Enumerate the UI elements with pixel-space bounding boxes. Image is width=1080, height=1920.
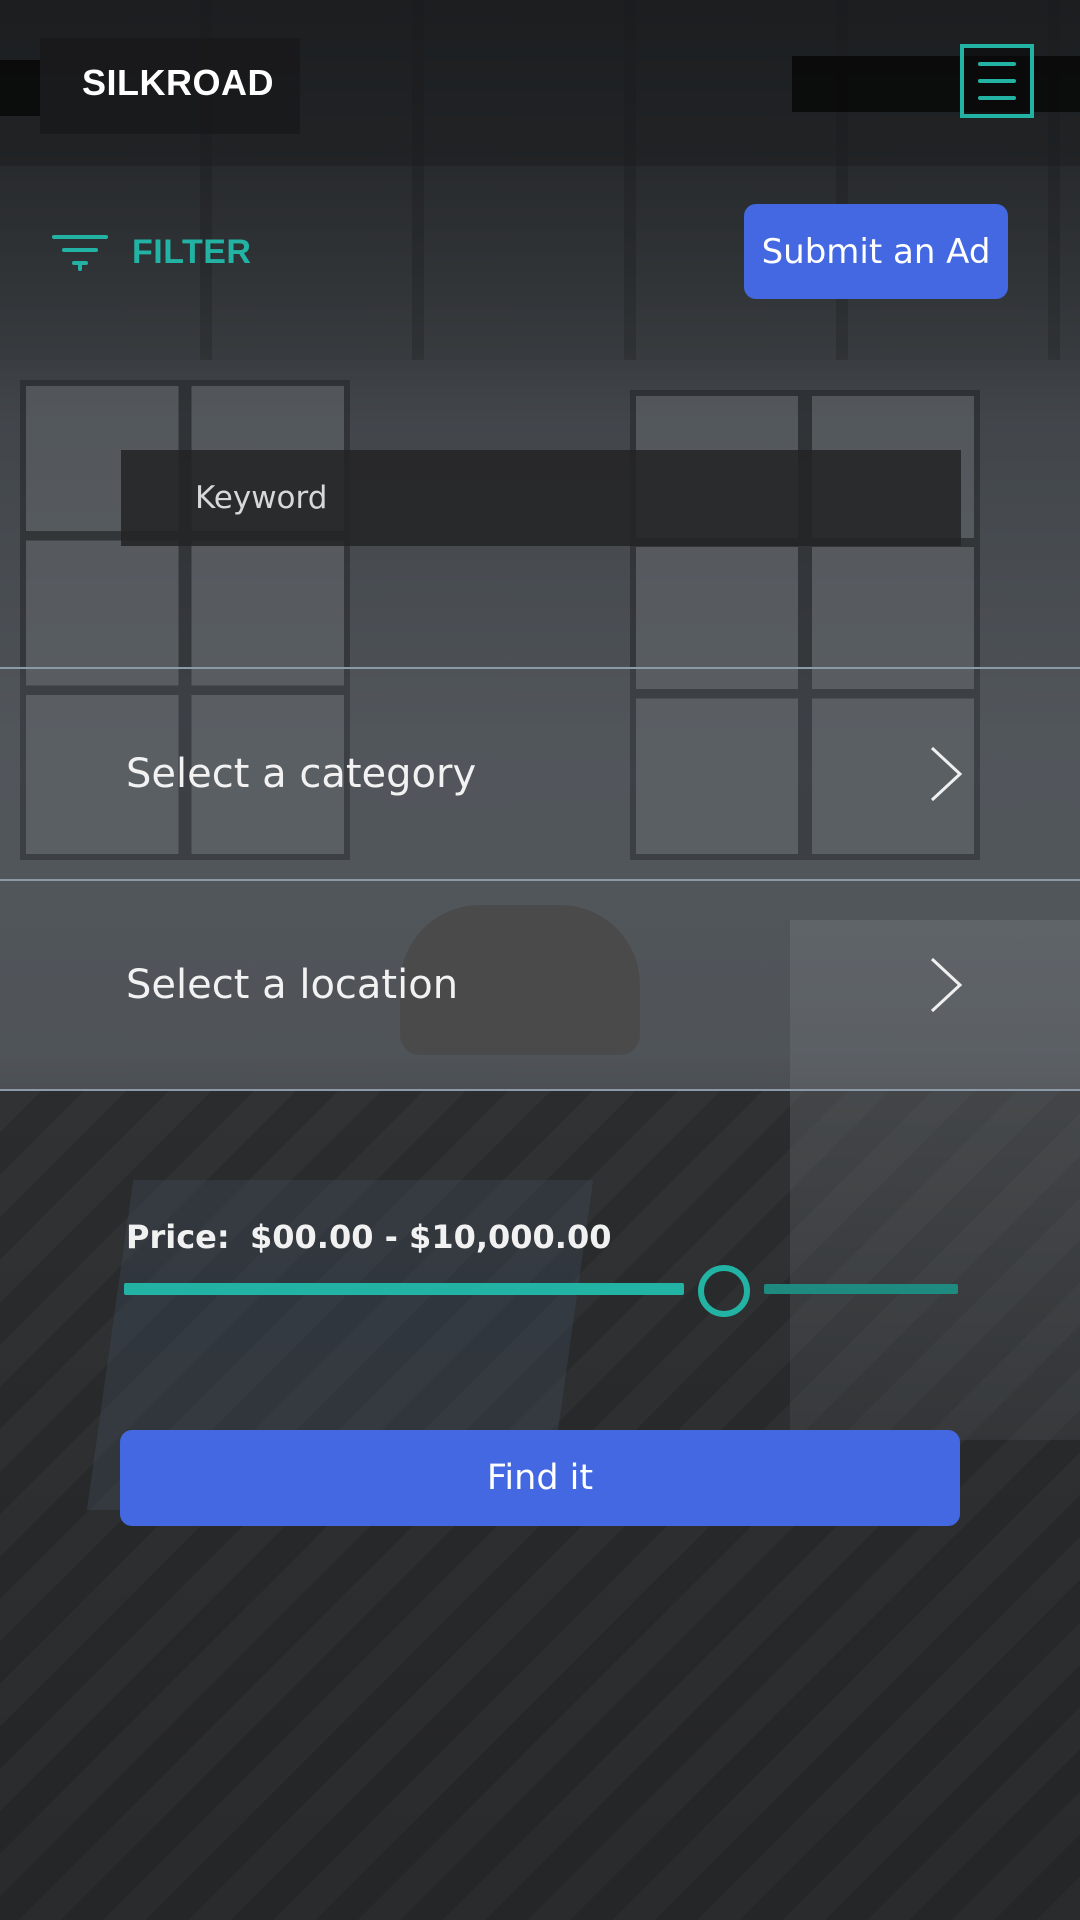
filter-icon [52,231,108,273]
category-select[interactable]: Select a category [0,667,1080,879]
app-header: SILKROAD [0,0,1080,166]
price-slider[interactable] [124,1260,958,1317]
filter-toggle[interactable]: FILTER [52,224,251,280]
filter-label: FILTER [132,232,252,271]
find-it-button[interactable]: Find it [120,1430,960,1526]
keyword-input[interactable] [121,450,961,546]
price-label: Price: [126,1218,230,1256]
header-right-bar [792,56,1080,112]
brand-logo-text[interactable]: SILKROAD [82,62,274,104]
category-select-label: Select a category [126,751,477,797]
price-range-value: $00.00 - $10,000.00 [250,1218,612,1256]
chevron-right-icon [930,746,963,802]
chevron-right-icon [930,957,963,1013]
location-select[interactable]: Select a location [0,879,1080,1091]
screen: SILKROAD FILTER Submit an Ad Select a ca… [0,0,1080,1920]
price-slider-fill [124,1283,685,1295]
submit-ad-button[interactable]: Submit an Ad [744,204,1008,299]
price-slider-track [764,1284,958,1294]
header-left-strip [0,60,40,116]
location-select-label: Select a location [126,962,459,1008]
price-slider-thumb[interactable] [698,1265,751,1317]
menu-button[interactable] [960,44,1034,118]
